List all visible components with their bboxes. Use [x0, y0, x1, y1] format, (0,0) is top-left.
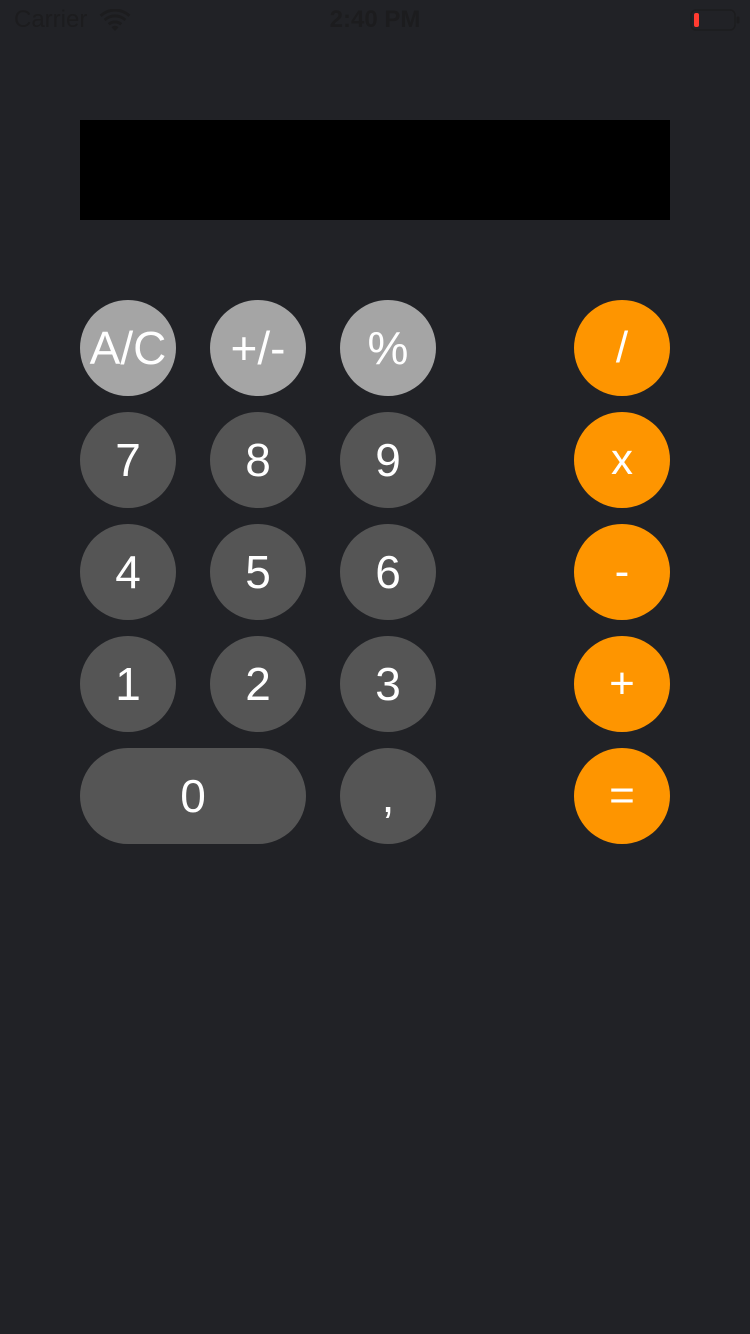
digit-0-button[interactable]: 0 [80, 748, 306, 844]
equals-button[interactable]: = [574, 748, 670, 844]
digit-8-button[interactable]: 8 [210, 412, 306, 508]
percent-button[interactable]: % [340, 300, 436, 396]
digit-4-button[interactable]: 4 [80, 524, 176, 620]
battery-icon [690, 9, 740, 31]
digit-5-button[interactable]: 5 [210, 524, 306, 620]
plus-minus-button[interactable]: +/- [210, 300, 306, 396]
subtract-button[interactable]: - [574, 524, 670, 620]
digit-2-button[interactable]: 2 [210, 636, 306, 732]
status-bar: Carrier 2:40 PM [0, 0, 750, 40]
all-clear-button[interactable]: A/C [80, 300, 176, 396]
digit-9-button[interactable]: 9 [340, 412, 436, 508]
divide-button[interactable]: / [574, 300, 670, 396]
add-button[interactable]: + [574, 636, 670, 732]
calculator-display [80, 120, 670, 220]
decimal-comma-button[interactable]: , [340, 748, 436, 844]
digit-1-button[interactable]: 1 [80, 636, 176, 732]
digit-3-button[interactable]: 3 [340, 636, 436, 732]
status-time: 2:40 PM [329, 6, 421, 33]
digit-6-button[interactable]: 6 [340, 524, 436, 620]
digit-7-button[interactable]: 7 [80, 412, 176, 508]
battery-level-fill [694, 13, 699, 27]
multiply-button[interactable]: x [574, 412, 670, 508]
